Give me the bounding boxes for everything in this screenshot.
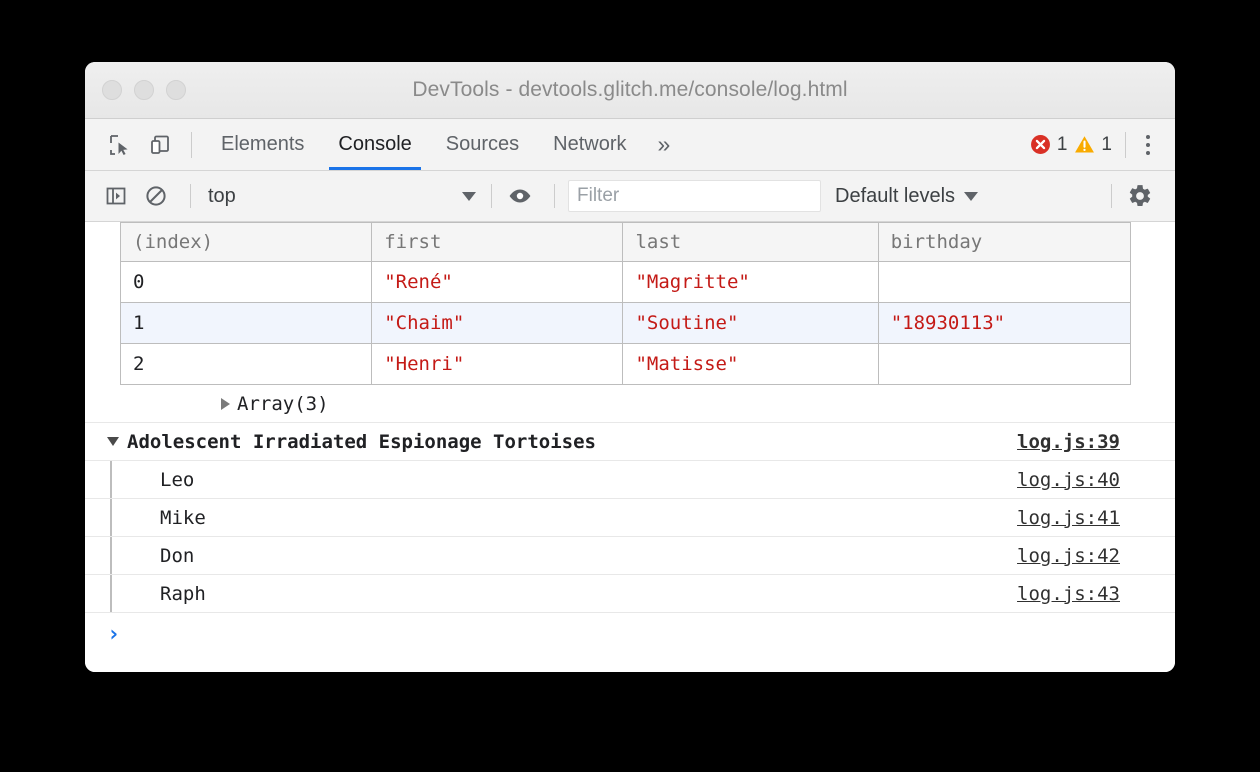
eye-icon[interactable] — [503, 179, 537, 213]
device-toolbar-icon[interactable] — [143, 128, 177, 162]
source-link[interactable]: log.js:42 — [1017, 545, 1120, 567]
cell-first: "Chaim" — [372, 303, 623, 344]
cell-index: 0 — [121, 262, 372, 303]
execution-context-dropdown[interactable]: top — [202, 185, 480, 208]
warning-counter[interactable]: 1 — [1074, 134, 1112, 156]
console-table-message: (index) first last birthday 0 "René" "Ma… — [85, 222, 1175, 385]
cell-first: "René" — [372, 262, 623, 303]
cell-last: "Magritte" — [623, 262, 878, 303]
console-log-row[interactable]: Raph log.js:43 — [85, 575, 1175, 613]
devtools-tabbar: Elements Console Sources Network » 1 — [85, 119, 1175, 171]
tabbar-divider-right — [1125, 132, 1126, 158]
source-link[interactable]: log.js:43 — [1017, 583, 1120, 605]
minimize-button[interactable] — [134, 80, 154, 100]
kebab-menu-icon[interactable] — [1135, 130, 1161, 160]
console-log-row[interactable]: Mike log.js:41 — [85, 499, 1175, 537]
console-log-row[interactable]: Don log.js:42 — [85, 537, 1175, 575]
cell-last: "Soutine" — [623, 303, 878, 344]
cell-index: 1 — [121, 303, 372, 344]
cell-index: 2 — [121, 344, 372, 385]
issue-counters: 1 1 — [1030, 134, 1112, 156]
toolbar-divider-4 — [1111, 184, 1112, 208]
chevron-down-icon — [462, 192, 476, 201]
cell-birthday — [878, 262, 1130, 303]
cell-first: "Henri" — [372, 344, 623, 385]
log-message: Raph — [160, 583, 1017, 605]
console-sidebar-icon[interactable] — [99, 179, 133, 213]
console-table: (index) first last birthday 0 "René" "Ma… — [120, 222, 1131, 385]
table-row[interactable]: 1 "Chaim" "Soutine" "18930113" — [121, 303, 1131, 344]
table-row[interactable]: 2 "Henri" "Matisse" — [121, 344, 1131, 385]
window-titlebar: DevTools - devtools.glitch.me/console/lo… — [85, 62, 1175, 119]
cell-last: "Matisse" — [623, 344, 878, 385]
filter-input[interactable] — [568, 180, 821, 212]
log-levels-dropdown[interactable]: Default levels — [835, 185, 982, 208]
table-header-index[interactable]: (index) — [121, 223, 372, 262]
warning-triangle-icon — [1074, 134, 1095, 155]
tab-console[interactable]: Console — [321, 119, 428, 170]
console-log-row[interactable]: Leo log.js:40 — [85, 461, 1175, 499]
table-row[interactable]: 0 "René" "Magritte" — [121, 262, 1131, 303]
zoom-button[interactable] — [166, 80, 186, 100]
console-toolbar: top Default levels — [85, 171, 1175, 222]
tab-network[interactable]: Network — [536, 119, 643, 170]
toolbar-divider-2 — [491, 184, 492, 208]
window-controls — [102, 80, 186, 100]
table-header-last[interactable]: last — [623, 223, 878, 262]
table-header-birthday[interactable]: birthday — [878, 223, 1130, 262]
source-link[interactable]: log.js:39 — [1017, 431, 1120, 453]
clear-console-icon[interactable] — [139, 179, 173, 213]
error-counter[interactable]: 1 — [1030, 134, 1068, 156]
console-message-list[interactable]: (index) first last birthday 0 "René" "Ma… — [85, 222, 1175, 672]
cell-birthday: "18930113" — [878, 303, 1130, 344]
console-prompt[interactable]: › — [85, 613, 1175, 657]
group-title: Adolescent Irradiated Espionage Tortoise… — [127, 431, 1017, 453]
prompt-chevron-icon: › — [107, 624, 120, 646]
error-circle-icon — [1030, 134, 1051, 155]
execution-context-label: top — [208, 185, 462, 208]
tabbar-divider — [191, 132, 192, 158]
gear-icon[interactable] — [1123, 179, 1157, 213]
tab-elements[interactable]: Elements — [204, 119, 321, 170]
triangle-right-icon[interactable] — [221, 398, 230, 410]
tab-sources[interactable]: Sources — [429, 119, 536, 170]
chevron-down-icon — [964, 192, 978, 201]
toolbar-divider-3 — [554, 184, 555, 208]
inspect-element-icon[interactable] — [103, 128, 137, 162]
error-count: 1 — [1057, 134, 1068, 156]
toolbar-divider-1 — [190, 184, 191, 208]
close-button[interactable] — [102, 80, 122, 100]
devtools-window: DevTools - devtools.glitch.me/console/lo… — [85, 62, 1175, 672]
log-message: Leo — [160, 469, 1017, 491]
array-summary-row[interactable]: Array(3) — [85, 385, 1175, 423]
log-message: Mike — [160, 507, 1017, 529]
log-message: Don — [160, 545, 1017, 567]
window-title: DevTools - devtools.glitch.me/console/lo… — [412, 78, 847, 102]
array-summary-label: Array(3) — [237, 393, 329, 415]
panel-tabs: Elements Console Sources Network » — [204, 119, 684, 170]
log-levels-label: Default levels — [835, 185, 955, 208]
source-link[interactable]: log.js:40 — [1017, 469, 1120, 491]
cell-birthday — [878, 344, 1130, 385]
table-header-row: (index) first last birthday — [121, 223, 1131, 262]
console-group-header[interactable]: Adolescent Irradiated Espionage Tortoise… — [85, 423, 1175, 461]
source-link[interactable]: log.js:41 — [1017, 507, 1120, 529]
triangle-down-icon[interactable] — [107, 437, 119, 446]
more-tabs-button[interactable]: » — [644, 119, 685, 170]
table-header-first[interactable]: first — [372, 223, 623, 262]
warning-count: 1 — [1101, 134, 1112, 156]
